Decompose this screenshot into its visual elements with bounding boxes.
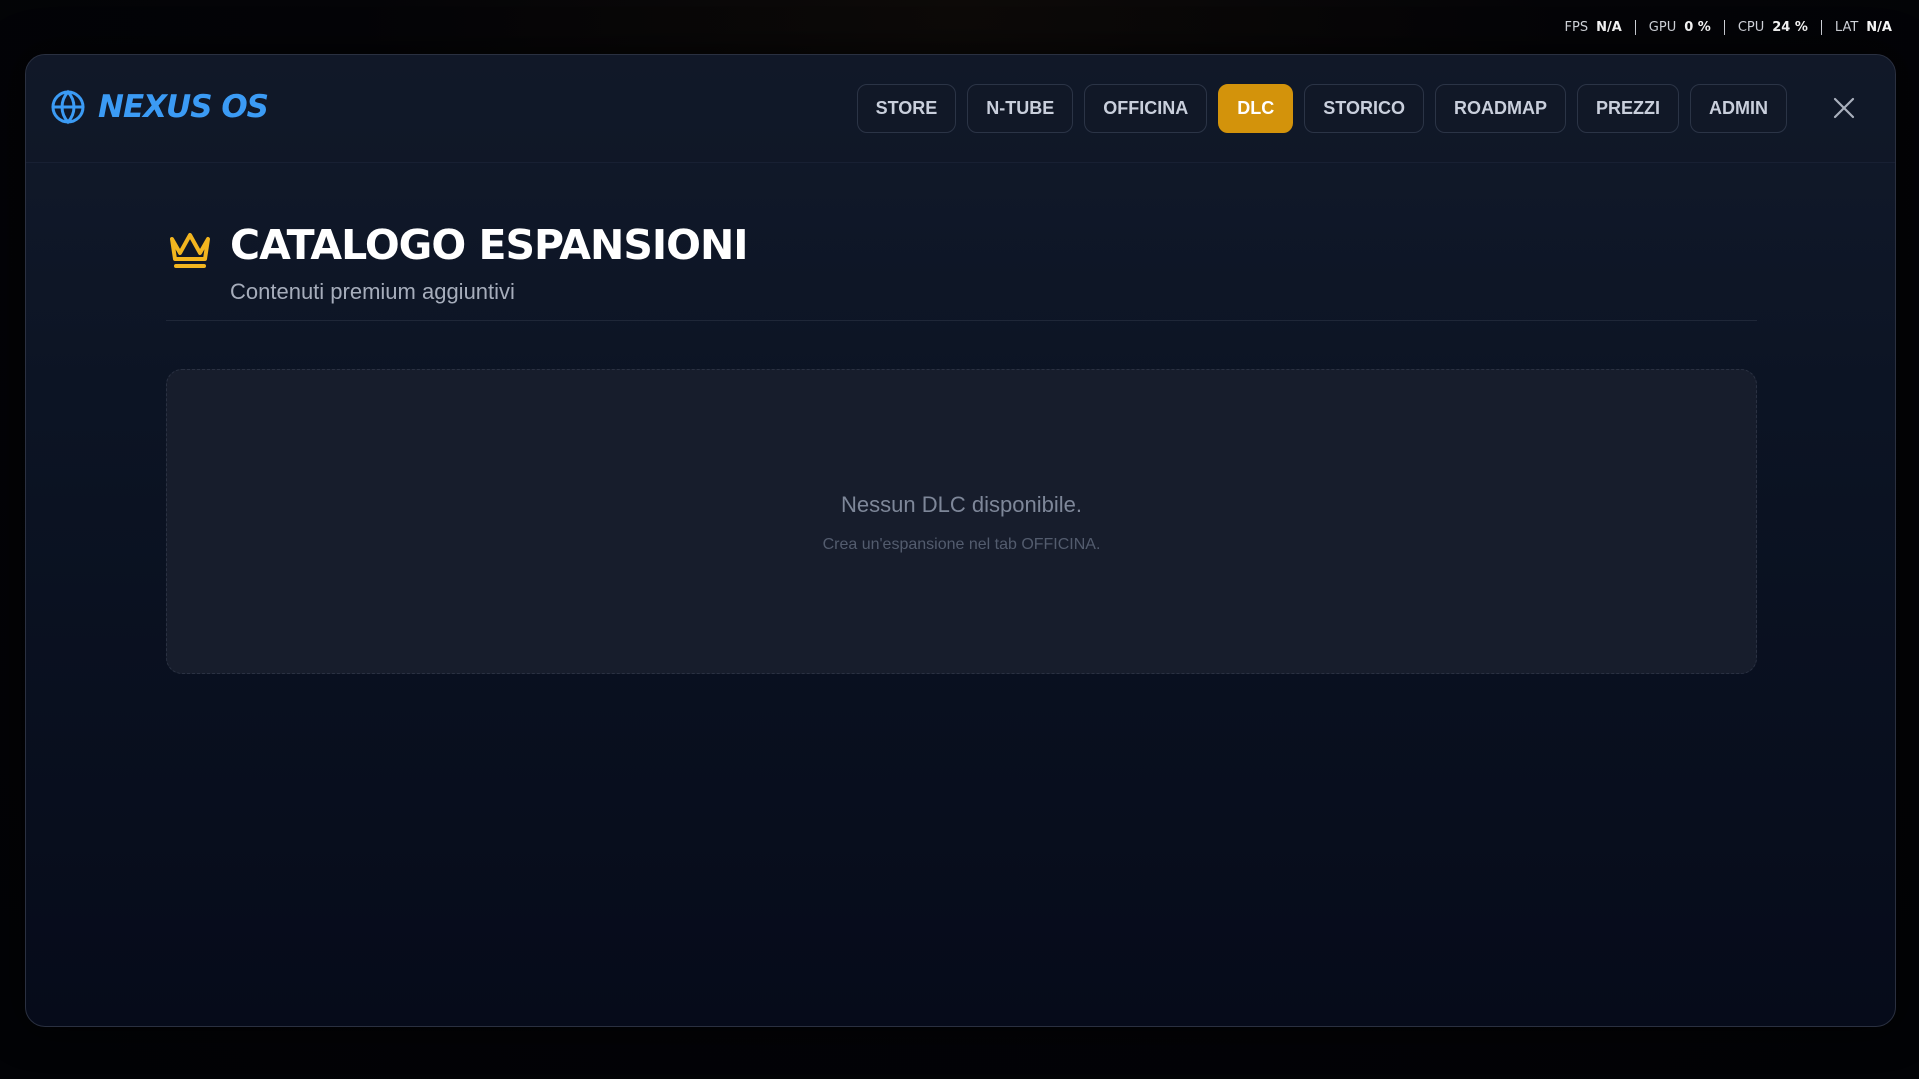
cpu-stat: CPU 24 % — [1723, 19, 1821, 35]
app-window: NEXUS OS STORE N-TUBE OFFICINA DLC STORI… — [25, 54, 1896, 1027]
performance-hud: FPS N/A GPU 0 % CPU 24 % LAT N/A — [1552, 14, 1906, 40]
empty-state-title: Nessun DLC disponibile. — [841, 492, 1082, 517]
empty-state-card: Nessun DLC disponibile. Crea un'espansio… — [166, 369, 1757, 674]
header-divider — [166, 320, 1757, 321]
main-nav: STORE N-TUBE OFFICINA DLC STORICO ROADMA… — [856, 84, 1787, 133]
fps-value: N/A — [1596, 19, 1622, 35]
page-title: CATALOGO ESPANSIONI — [230, 221, 749, 269]
tab-roadmap[interactable]: ROADMAP — [1434, 84, 1566, 133]
tab-dlc[interactable]: DLC — [1218, 84, 1294, 133]
page-subtitle: Contenuti premium aggiuntivi — [230, 279, 515, 304]
gpu-stat: GPU 0 % — [1634, 19, 1724, 35]
latency-stat: LAT N/A — [1820, 19, 1905, 35]
close-button[interactable] — [1829, 93, 1859, 123]
fps-label: FPS — [1564, 19, 1589, 35]
empty-state-hint: Crea un'espansione nel tab OFFICINA. — [822, 536, 1101, 553]
tab-prezzi[interactable]: PREZZI — [1576, 84, 1679, 133]
cpu-label: CPU — [1737, 19, 1765, 35]
gpu-label: GPU — [1648, 19, 1677, 35]
crown-icon — [170, 233, 210, 268]
cpu-value: 24 % — [1772, 19, 1808, 35]
page-header: CATALOGO ESPANSIONI Contenuti premium ag… — [166, 215, 749, 305]
gpu-value: 0 % — [1684, 19, 1711, 35]
tab-storico[interactable]: STORICO — [1304, 84, 1424, 133]
globe-icon — [51, 89, 85, 125]
top-bar: NEXUS OS STORE N-TUBE OFFICINA DLC STORI… — [26, 55, 1895, 163]
fps-stat: FPS N/A — [1552, 20, 1635, 35]
latency-value: N/A — [1866, 19, 1892, 35]
close-icon — [1833, 97, 1855, 119]
latency-label: LAT — [1834, 19, 1859, 35]
tab-officina[interactable]: OFFICINA — [1084, 84, 1208, 133]
tab-n-tube[interactable]: N-TUBE — [967, 84, 1074, 133]
tab-admin[interactable]: ADMIN — [1690, 84, 1787, 133]
brand-name: NEXUS OS — [98, 89, 269, 125]
tab-store[interactable]: STORE — [856, 84, 957, 133]
page-heading: CATALOGO ESPANSIONI Contenuti premium ag… — [230, 215, 749, 305]
brand[interactable]: NEXUS OS — [50, 89, 269, 125]
